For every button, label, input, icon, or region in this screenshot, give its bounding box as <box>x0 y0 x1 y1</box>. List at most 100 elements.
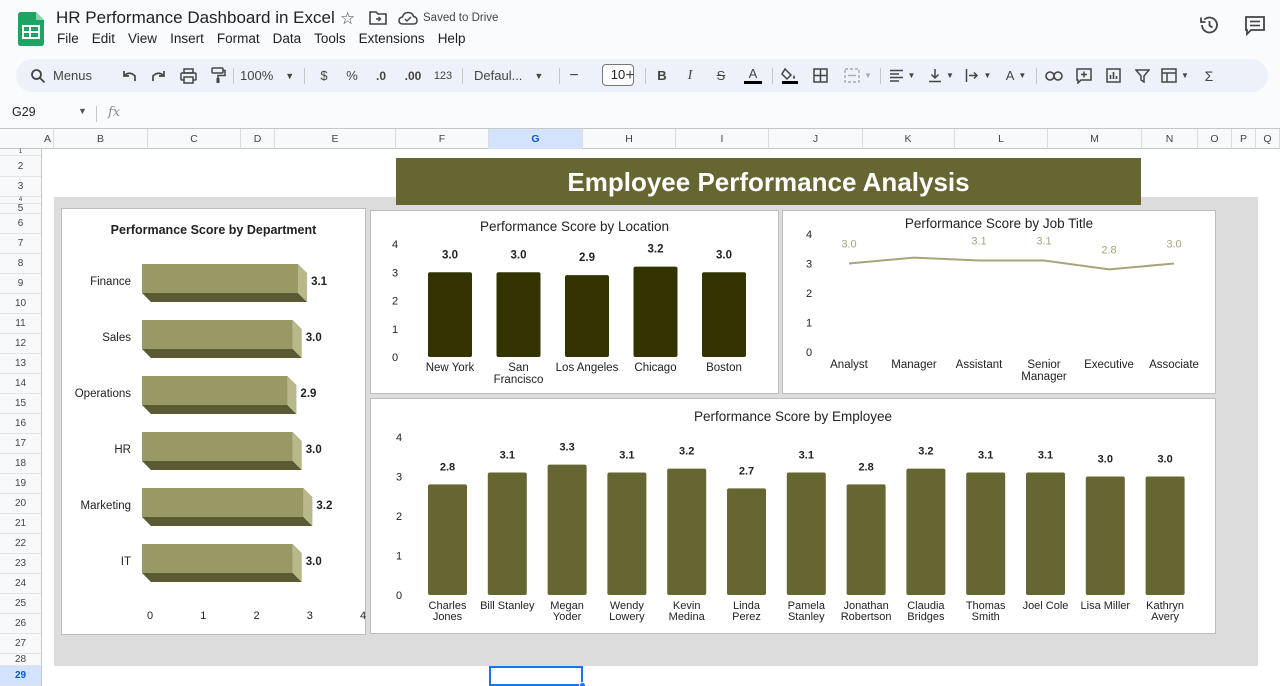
row-header-8[interactable]: 8 <box>0 254 41 274</box>
row-header-20[interactable]: 20 <box>0 494 41 514</box>
increase-decimal-button[interactable]: .00 <box>402 65 424 86</box>
row-header-25[interactable]: 25 <box>0 594 41 614</box>
redo-button[interactable] <box>148 65 168 86</box>
row-header-10[interactable]: 10 <box>0 294 41 314</box>
row-header-26[interactable]: 26 <box>0 614 41 634</box>
row-header-2[interactable]: 2 <box>0 156 41 177</box>
version-history-icon[interactable] <box>1198 14 1220 36</box>
table-view-button[interactable]: ▼ <box>1158 65 1192 86</box>
print-button[interactable] <box>178 65 198 86</box>
number-format-button[interactable]: 123 <box>432 65 454 86</box>
department-chart-panel[interactable]: Performance Score by Department Finance 3… <box>61 208 366 635</box>
vertical-align-button[interactable]: ▼ <box>926 65 956 86</box>
row-header-6[interactable]: 6 <box>0 214 41 234</box>
menu-insert[interactable]: Insert <box>170 31 204 46</box>
column-header-j[interactable]: J <box>769 129 863 149</box>
column-header-c[interactable]: C <box>148 129 241 149</box>
row-header-29[interactable]: 29 <box>0 666 41 686</box>
chevron-down-icon[interactable]: ▼ <box>78 106 87 116</box>
column-header-e[interactable]: E <box>275 129 396 149</box>
fill-color-button[interactable] <box>780 65 800 86</box>
insert-chart-button[interactable] <box>1103 65 1123 86</box>
column-header-q[interactable]: Q <box>1256 129 1280 149</box>
row-header-1[interactable]: 1 <box>0 149 41 156</box>
strikethrough-button[interactable]: S <box>714 65 728 86</box>
column-header-p[interactable]: P <box>1232 129 1256 149</box>
bold-button[interactable]: B <box>655 65 669 86</box>
job-title-chart-panel[interactable]: Performance Score by Job Title 0 1 2 3 4 3.0 A… <box>782 210 1216 394</box>
currency-format-button[interactable]: $ <box>318 65 330 86</box>
text-color-button[interactable]: A <box>743 65 763 86</box>
move-folder-icon[interactable] <box>369 10 387 26</box>
functions-button[interactable]: Σ <box>1201 65 1217 86</box>
row-header-21[interactable]: 21 <box>0 514 41 534</box>
font-family-select[interactable]: Defaul... ▼ <box>474 65 543 86</box>
row-header-7[interactable]: 7 <box>0 234 41 254</box>
row-header-16[interactable]: 16 <box>0 414 41 434</box>
row-header-5[interactable]: 5 <box>0 204 41 214</box>
column-header-m[interactable]: M <box>1048 129 1142 149</box>
cloud-saved-icon[interactable] <box>398 11 418 25</box>
column-header-l[interactable]: L <box>955 129 1048 149</box>
insert-comment-button[interactable] <box>1074 65 1094 86</box>
menu-format[interactable]: Format <box>217 31 260 46</box>
document-title[interactable]: HR Performance Dashboard in Excel <box>56 8 335 28</box>
merge-cells-button[interactable]: ▼ <box>841 65 875 86</box>
menu-file[interactable]: File <box>57 31 79 46</box>
column-header-o[interactable]: O <box>1198 129 1232 149</box>
insert-link-button[interactable] <box>1044 65 1064 86</box>
sheets-logo-icon[interactable] <box>18 12 44 46</box>
row-header-27[interactable]: 27 <box>0 634 41 654</box>
selected-cell[interactable] <box>489 666 583 686</box>
row-header-24[interactable]: 24 <box>0 574 41 594</box>
row-header-13[interactable]: 13 <box>0 354 41 374</box>
undo-button[interactable] <box>120 65 140 86</box>
italic-button[interactable]: I <box>683 65 697 86</box>
menu-extensions[interactable]: Extensions <box>359 31 425 46</box>
comments-icon[interactable] <box>1244 14 1266 36</box>
column-header-i[interactable]: I <box>676 129 769 149</box>
row-header-22[interactable]: 22 <box>0 534 41 554</box>
name-box[interactable]: G29 <box>12 105 36 119</box>
row-header-15[interactable]: 15 <box>0 394 41 414</box>
location-chart-panel[interactable]: Performance Score by Location 0 1 2 3 4 3.0 Ne… <box>370 210 779 394</box>
row-header-28[interactable]: 28 <box>0 654 41 666</box>
column-header-a[interactable]: A <box>42 129 54 149</box>
row-header-3[interactable]: 3 <box>0 177 41 197</box>
row-header-17[interactable]: 17 <box>0 434 41 454</box>
row-header-23[interactable]: 23 <box>0 554 41 574</box>
column-header-b[interactable]: B <box>54 129 148 149</box>
search-menus-button[interactable]: Menus <box>30 65 92 86</box>
column-header-f[interactable]: F <box>396 129 489 149</box>
row-header-14[interactable]: 14 <box>0 374 41 394</box>
text-wrapping-button[interactable]: ▼ <box>963 65 993 86</box>
fill-handle[interactable] <box>579 682 586 686</box>
borders-button[interactable] <box>811 65 829 86</box>
column-header-g[interactable]: G <box>489 129 583 149</box>
column-header-d[interactable]: D <box>241 129 275 149</box>
increase-font-size-button[interactable]: + <box>623 65 637 86</box>
menu-data[interactable]: Data <box>273 31 302 46</box>
menu-view[interactable]: View <box>128 31 157 46</box>
paint-format-button[interactable] <box>208 65 228 86</box>
star-icon[interactable]: ☆ <box>340 9 355 29</box>
row-header-12[interactable]: 12 <box>0 334 41 354</box>
menu-help[interactable]: Help <box>438 31 466 46</box>
row-header-19[interactable]: 19 <box>0 474 41 494</box>
menu-tools[interactable]: Tools <box>314 31 346 46</box>
column-header-h[interactable]: H <box>583 129 676 149</box>
employee-chart-panel[interactable]: Performance Score by Employee 0 1 2 3 4 2.8 Ch… <box>370 398 1216 634</box>
percent-format-button[interactable]: % <box>345 65 359 86</box>
decrease-font-size-button[interactable]: − <box>567 65 581 86</box>
row-header-18[interactable]: 18 <box>0 454 41 474</box>
horizontal-align-button[interactable]: ▼ <box>887 65 917 86</box>
row-header-9[interactable]: 9 <box>0 274 41 294</box>
menu-edit[interactable]: Edit <box>92 31 115 46</box>
decrease-decimal-button[interactable]: .0 <box>372 65 390 86</box>
zoom-select[interactable]: 100% ▼ <box>240 65 294 86</box>
row-header-11[interactable]: 11 <box>0 314 41 334</box>
column-header-k[interactable]: K <box>862 129 955 149</box>
create-filter-button[interactable] <box>1132 65 1152 86</box>
column-header-n[interactable]: N <box>1142 129 1198 149</box>
text-rotation-button[interactable]: A ▼ <box>1001 65 1031 86</box>
